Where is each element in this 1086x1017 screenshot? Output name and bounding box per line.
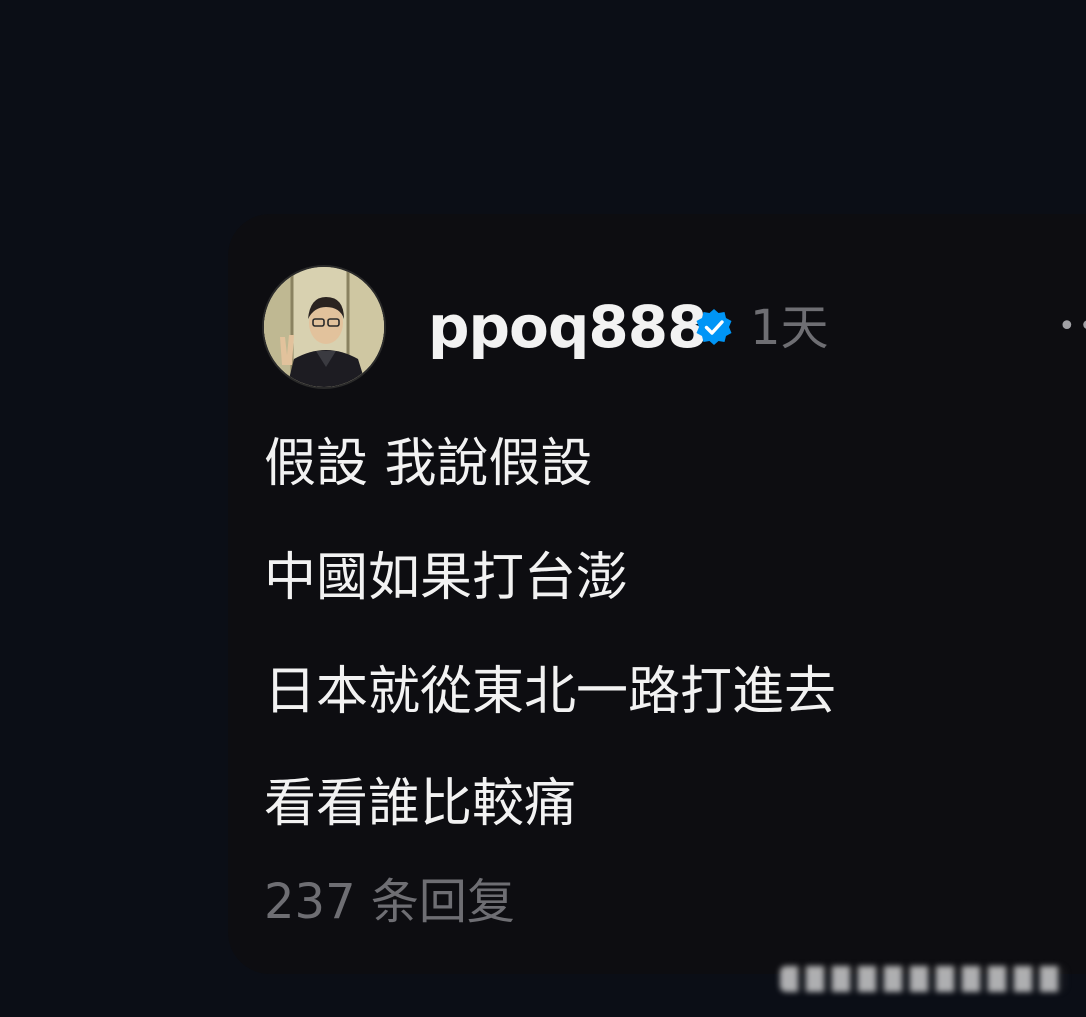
post-text-line-3: 日本就從東北一路打進去 bbox=[264, 662, 837, 722]
author-avatar[interactable] bbox=[262, 265, 386, 389]
post-timestamp: 1天 bbox=[750, 300, 829, 356]
post-text-line-1: 假設 我說假設 bbox=[264, 434, 593, 494]
verified-badge-icon bbox=[694, 307, 734, 347]
post-text-line-4: 看看誰比較痛 bbox=[264, 774, 577, 834]
watermark bbox=[780, 966, 1066, 992]
author-username[interactable]: ppoq888 bbox=[428, 292, 707, 362]
reply-count-link[interactable]: 237 条回复 bbox=[264, 870, 515, 934]
post-text-line-2: 中國如果打台澎 bbox=[264, 548, 629, 608]
more-options-icon[interactable]: ••• bbox=[1058, 314, 1086, 340]
